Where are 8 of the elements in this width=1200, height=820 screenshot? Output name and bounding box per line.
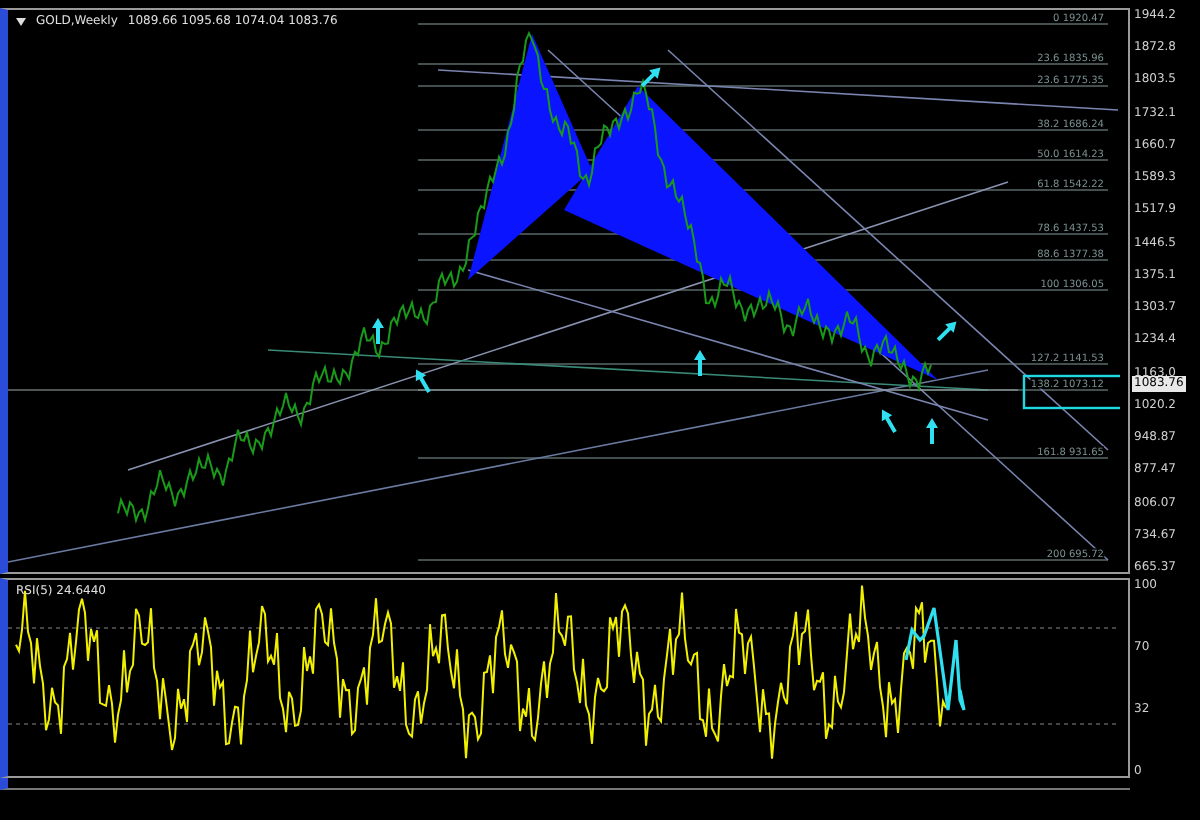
arrow-icon <box>694 350 706 376</box>
arrow-icon <box>936 321 957 342</box>
arrow-icon <box>415 369 431 394</box>
arrow-icon <box>640 67 661 88</box>
arrow-icon <box>926 418 938 444</box>
dropdown-triangle-icon <box>16 18 26 26</box>
arrow-icon <box>372 318 384 344</box>
arrow-icon <box>881 409 897 434</box>
